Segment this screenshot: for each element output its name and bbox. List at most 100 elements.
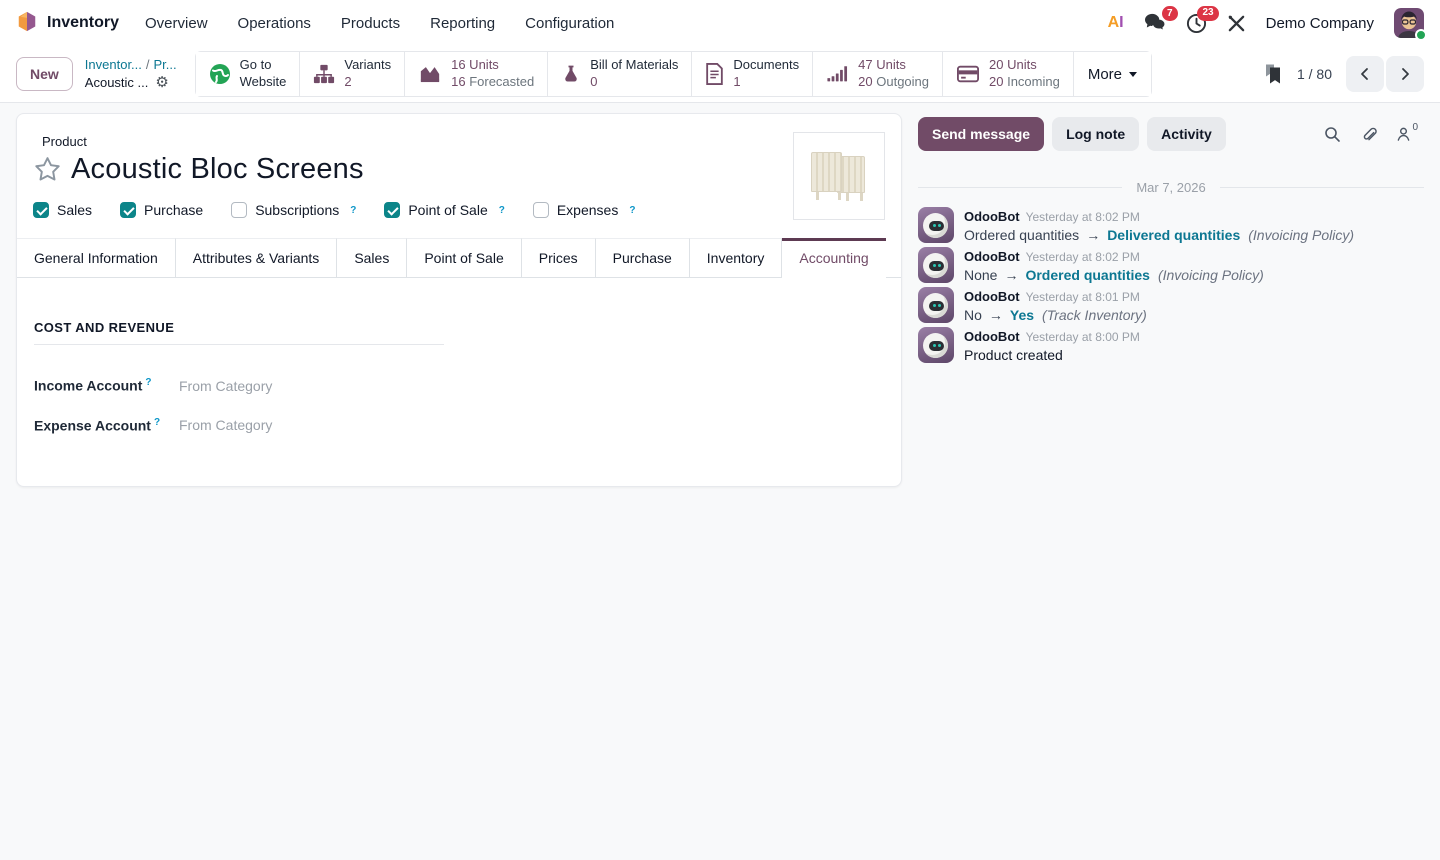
checkbox-sales[interactable]: Sales <box>33 202 92 218</box>
card-icon <box>956 63 980 85</box>
chevron-down-icon <box>1129 72 1137 77</box>
tab-purchase[interactable]: Purchase <box>596 238 690 277</box>
checkbox-sales-box[interactable] <box>33 202 49 218</box>
stat-button-documents[interactable]: Documents 1 <box>692 52 813 96</box>
pager-counter: 1 / 80 <box>1297 66 1332 82</box>
odoobot-avatar <box>918 247 954 283</box>
tab-sales[interactable]: Sales <box>337 238 407 277</box>
message-timestamp: Yesterday at 8:00 PM <box>1026 330 1140 344</box>
message-timestamp: Yesterday at 8:02 PM <box>1026 250 1140 264</box>
menu-overview[interactable]: Overview <box>145 15 208 32</box>
message-timestamp: Yesterday at 8:01 PM <box>1026 290 1140 304</box>
product-image[interactable] <box>793 132 885 220</box>
help-icon: ? <box>154 417 160 428</box>
message-author: OdooBot <box>964 209 1020 224</box>
search-messages-icon[interactable] <box>1324 126 1341 143</box>
stat-button-go-to-website[interactable]: Go to Website <box>196 52 301 96</box>
stat-button-forecasted[interactable]: 16 Units 16 Forecasted <box>405 52 548 96</box>
arrow-icon: → <box>1004 267 1018 283</box>
help-icon: ? <box>499 205 505 216</box>
product-name-field[interactable]: Acoustic Bloc Screens <box>71 153 364 186</box>
more-dropdown-button[interactable]: More <box>1074 52 1151 96</box>
message-author: OdooBot <box>964 289 1020 304</box>
checkbox-subscriptions[interactable]: Subscriptions ? <box>231 202 356 218</box>
followers-icon[interactable]: 0 <box>1396 126 1418 142</box>
attachments-icon[interactable] <box>1360 125 1377 143</box>
activity-button[interactable]: Activity <box>1147 117 1226 151</box>
checkbox-point-of-sale-box[interactable] <box>384 202 400 218</box>
checkbox-point-of-sale[interactable]: Point of Sale ? <box>384 202 505 218</box>
tab-inventory[interactable]: Inventory <box>690 238 783 277</box>
chatter-panel: Send message Log note Activity 0 Mar 7, … <box>918 113 1424 367</box>
stat-button-variants[interactable]: Variants 2 <box>300 52 405 96</box>
menu-products[interactable]: Products <box>341 15 400 32</box>
gear-icon[interactable]: ⚙ <box>155 75 168 90</box>
menu-reporting[interactable]: Reporting <box>430 15 495 32</box>
checkbox-purchase-box[interactable] <box>120 202 136 218</box>
date-divider: Mar 7, 2026 <box>918 180 1424 195</box>
area-chart-icon <box>418 63 442 85</box>
chevron-right-icon <box>1398 67 1412 81</box>
breadcrumb-parent-link[interactable]: Inventor... <box>85 57 142 72</box>
checkbox-subscriptions-box[interactable] <box>231 202 247 218</box>
chevron-left-icon <box>1358 67 1372 81</box>
notebook-tabs: General Information Attributes & Variant… <box>17 238 901 278</box>
ai-assistant-icon[interactable]: AI <box>1108 14 1124 32</box>
section-title-cost-and-revenue: COST AND REVENUE <box>34 320 444 345</box>
accounting-tab-content: COST AND REVENUE Income Account? From Ca… <box>17 278 901 486</box>
tab-accounting[interactable]: Accounting <box>782 238 885 278</box>
favorite-star-icon[interactable] <box>33 155 62 184</box>
acoustic-screen-picture <box>808 147 870 205</box>
pager-next-button[interactable] <box>1386 56 1424 92</box>
stat-button-incoming[interactable]: 20 Units 20 Incoming <box>943 52 1074 96</box>
help-icon: ? <box>145 377 151 388</box>
new-button[interactable]: New <box>16 57 73 91</box>
globe-icon <box>209 63 231 85</box>
send-message-button[interactable]: Send message <box>918 117 1044 151</box>
breadcrumb-record-name: Acoustic ... <box>85 74 149 92</box>
control-panel: New Inventor.../Pr... Acoustic ... ⚙ Go … <box>0 46 1440 103</box>
messages-badge: 7 <box>1162 6 1178 21</box>
help-icon: ? <box>350 205 356 216</box>
checkbox-expenses-box[interactable] <box>533 202 549 218</box>
user-avatar[interactable] <box>1394 8 1424 38</box>
tab-attributes-variants[interactable]: Attributes & Variants <box>176 238 338 277</box>
activities-icon[interactable]: 23 <box>1186 13 1207 34</box>
form-header: Product Acoustic Bloc Screens Sales Purc… <box>17 134 901 218</box>
tab-general-information[interactable]: General Information <box>17 238 176 277</box>
menu-operations[interactable]: Operations <box>238 15 311 32</box>
online-status-dot <box>1415 29 1427 41</box>
tab-prices[interactable]: Prices <box>522 238 596 277</box>
checkbox-expenses[interactable]: Expenses ? <box>533 202 636 218</box>
company-switcher[interactable]: Demo Company <box>1266 15 1374 32</box>
odoobot-avatar <box>918 327 954 363</box>
messages-icon[interactable]: 7 <box>1144 13 1166 33</box>
field-income-account: Income Account? From Category <box>34 377 885 394</box>
message-row: OdooBotYesterday at 8:02 PM Ordered quan… <box>918 207 1424 243</box>
app-name: Inventory <box>47 14 119 32</box>
main-menus: Overview Operations Products Reporting C… <box>145 15 614 32</box>
breadcrumb-list-link[interactable]: Pr... <box>154 57 177 72</box>
document-icon <box>705 63 724 85</box>
stat-button-outgoing[interactable]: 47 Units 20 Outgoing <box>813 52 943 96</box>
top-navbar: Inventory Overview Operations Products R… <box>0 0 1440 46</box>
message-row: OdooBotYesterday at 8:02 PM None→Ordered… <box>918 247 1424 283</box>
message-timestamp: Yesterday at 8:02 PM <box>1026 210 1140 224</box>
sitemap-icon <box>313 63 335 85</box>
main-content: Product Acoustic Bloc Screens Sales Purc… <box>0 103 1440 860</box>
stat-button-bill-of-materials[interactable]: Bill of Materials 0 <box>548 52 692 96</box>
pager-previous-button[interactable] <box>1346 56 1384 92</box>
odoobot-avatar <box>918 287 954 323</box>
menu-configuration[interactable]: Configuration <box>525 15 614 32</box>
expense-account-input[interactable]: From Category <box>179 417 272 433</box>
help-icon: ? <box>629 205 635 216</box>
income-account-input[interactable]: From Category <box>179 378 272 394</box>
checkbox-purchase[interactable]: Purchase <box>120 202 203 218</box>
app-switcher[interactable]: Inventory <box>16 10 119 36</box>
record-type-label: Product <box>42 134 885 149</box>
tab-point-of-sale[interactable]: Point of Sale <box>407 238 521 277</box>
bookmark-icon[interactable] <box>1263 63 1283 85</box>
log-note-button[interactable]: Log note <box>1052 117 1139 151</box>
availability-checkboxes: Sales Purchase Subscriptions ? Point of … <box>33 202 885 218</box>
settings-tools-icon[interactable] <box>1227 14 1246 33</box>
